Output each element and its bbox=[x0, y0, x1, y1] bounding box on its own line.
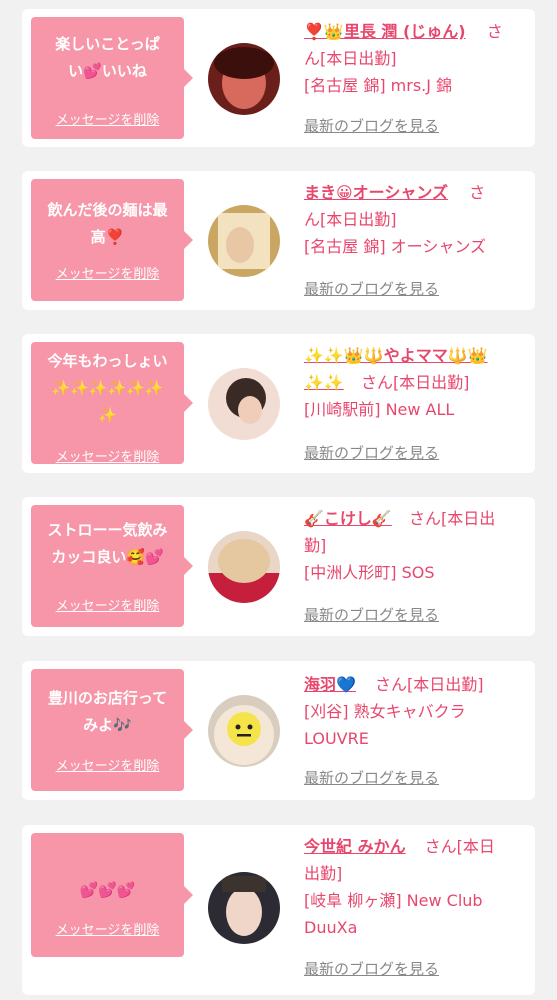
member-info: まき😀オーシャンズ さ ん[本日出勤] [名古屋 錦] オーシャンズ bbox=[304, 179, 524, 260]
list-item: 豊川のお店行って みよ🎶 メッセージを削除 海羽💙 さん[本日出勤] [刈谷] … bbox=[22, 661, 535, 800]
delete-message-link[interactable]: メッセージを削除 bbox=[31, 919, 184, 938]
member-status: さん[本日出勤] bbox=[360, 373, 470, 392]
latest-blog-link[interactable]: 最新のブログを見る bbox=[304, 278, 439, 299]
member-name-link[interactable]: ❣️👑里長 潤 (じゅん) bbox=[304, 22, 466, 41]
member-info: 🎸こけし🎸 さん[本日出 勤] [中洲人形町] SOS bbox=[304, 505, 524, 586]
avatar[interactable] bbox=[208, 531, 280, 603]
latest-blog-link[interactable]: 最新のブログを見る bbox=[304, 767, 439, 788]
list-item: 今年もわっしょい ✨✨✨✨✨✨ ✨ メッセージを削除 ✨✨👑🔱やよママ🔱👑 ✨✨… bbox=[22, 334, 535, 473]
message-feed: 楽しいことっぱ い💕いいね メッセージを削除 ❣️👑里長 潤 (じゅん) さ ん… bbox=[0, 0, 557, 1000]
member-name-link[interactable]: 海羽💙 bbox=[304, 675, 356, 694]
member-status: ん[本日出勤] bbox=[304, 49, 397, 68]
delete-message-link[interactable]: メッセージを削除 bbox=[31, 109, 184, 128]
delete-message-link[interactable]: メッセージを削除 bbox=[31, 263, 184, 282]
list-item: ストローー気飲み カッコ良い🥰💕 メッセージを削除 🎸こけし🎸 さん[本日出 勤… bbox=[22, 497, 535, 636]
message-text: 豊川のお店行って みよ🎶 bbox=[47, 689, 168, 734]
shop-name: [名古屋 錦] mrs.J 錦 bbox=[304, 76, 453, 95]
message-bubble: 今年もわっしょい ✨✨✨✨✨✨ ✨ メッセージを削除 bbox=[31, 342, 193, 465]
member-name-link-cont[interactable]: ✨✨ bbox=[304, 373, 344, 392]
member-info: 今世紀 みかん さん[本日 出勤] [岐阜 柳ヶ瀬] New Club DuuX… bbox=[304, 833, 524, 941]
shop-name-cont: LOUVRE bbox=[304, 729, 369, 748]
shop-name: [刈谷] 熟女キャバクラ bbox=[304, 702, 466, 721]
member-status-cont: 出勤] bbox=[304, 864, 343, 883]
member-info: 海羽💙 さん[本日出勤] [刈谷] 熟女キャバクラ LOUVRE bbox=[304, 671, 524, 752]
avatar[interactable] bbox=[208, 43, 280, 115]
latest-blog-link[interactable]: 最新のブログを見る bbox=[304, 442, 439, 463]
shop-name: [岐阜 柳ヶ瀬] New Club bbox=[304, 891, 483, 910]
member-status: さん[本日出 bbox=[408, 509, 496, 528]
list-item: 楽しいことっぱ い💕いいね メッセージを削除 ❣️👑里長 潤 (じゅん) さ ん… bbox=[22, 9, 535, 147]
message-bubble: ストローー気飲み カッコ良い🥰💕 メッセージを削除 bbox=[31, 505, 193, 627]
shop-name-cont: DuuXa bbox=[304, 918, 358, 937]
member-suffix: さ bbox=[469, 183, 486, 202]
member-status: ん[本日出勤] bbox=[304, 210, 397, 229]
avatar[interactable] bbox=[208, 205, 280, 277]
member-name-link[interactable]: 今世紀 みかん bbox=[304, 837, 406, 856]
member-name-link[interactable]: ✨✨👑🔱やよママ🔱👑 bbox=[304, 346, 488, 365]
latest-blog-link[interactable]: 最新のブログを見る bbox=[304, 958, 439, 979]
member-status: さん[本日 bbox=[424, 837, 495, 856]
member-name-link[interactable]: 🎸こけし🎸 bbox=[304, 509, 392, 528]
member-status: さん[本日出勤] bbox=[375, 675, 484, 694]
message-bubble: 豊川のお店行って みよ🎶 メッセージを削除 bbox=[31, 669, 193, 791]
avatar[interactable] bbox=[208, 872, 280, 944]
shop-name: [川崎駅前] New ALL bbox=[304, 400, 455, 419]
message-text: 楽しいことっぱ い💕いいね bbox=[55, 35, 160, 80]
delete-message-link[interactable]: メッセージを削除 bbox=[31, 446, 184, 465]
member-info: ✨✨👑🔱やよママ🔱👑 ✨✨ さん[本日出勤] [川崎駅前] New ALL bbox=[304, 342, 524, 423]
avatar[interactable] bbox=[208, 695, 280, 767]
message-text: 飲んだ後の麺は最 高❣️ bbox=[47, 201, 168, 246]
delete-message-link[interactable]: メッセージを削除 bbox=[31, 595, 184, 614]
latest-blog-link[interactable]: 最新のブログを見る bbox=[304, 604, 439, 625]
latest-blog-link[interactable]: 最新のブログを見る bbox=[304, 115, 439, 136]
message-text: 今年もわっしょい ✨✨✨✨✨✨ ✨ bbox=[47, 352, 168, 424]
list-item: 飲んだ後の麺は最 高❣️ メッセージを削除 まき😀オーシャンズ さ ん[本日出勤… bbox=[22, 171, 535, 310]
delete-message-link[interactable]: メッセージを削除 bbox=[31, 755, 184, 774]
message-text: ストローー気飲み カッコ良い🥰💕 bbox=[47, 521, 168, 566]
message-bubble: 💕💕💕 メッセージを削除 bbox=[31, 833, 193, 957]
shop-name: [名古屋 錦] オーシャンズ bbox=[304, 237, 487, 256]
shop-name: [中洲人形町] SOS bbox=[304, 563, 435, 582]
message-bubble: 飲んだ後の麺は最 高❣️ メッセージを削除 bbox=[31, 179, 193, 301]
member-suffix: さ bbox=[486, 22, 503, 41]
member-name-link[interactable]: まき😀オーシャンズ bbox=[304, 183, 448, 202]
avatar[interactable] bbox=[208, 368, 280, 440]
message-bubble: 楽しいことっぱ い💕いいね メッセージを削除 bbox=[31, 17, 193, 139]
member-status-cont: 勤] bbox=[304, 536, 327, 555]
list-item: 💕💕💕 メッセージを削除 今世紀 みかん さん[本日 出勤] [岐阜 柳ヶ瀬] … bbox=[22, 825, 535, 995]
member-info: ❣️👑里長 潤 (じゅん) さ ん[本日出勤] [名古屋 錦] mrs.J 錦 bbox=[304, 18, 524, 99]
message-text: 💕💕💕 bbox=[79, 881, 136, 899]
